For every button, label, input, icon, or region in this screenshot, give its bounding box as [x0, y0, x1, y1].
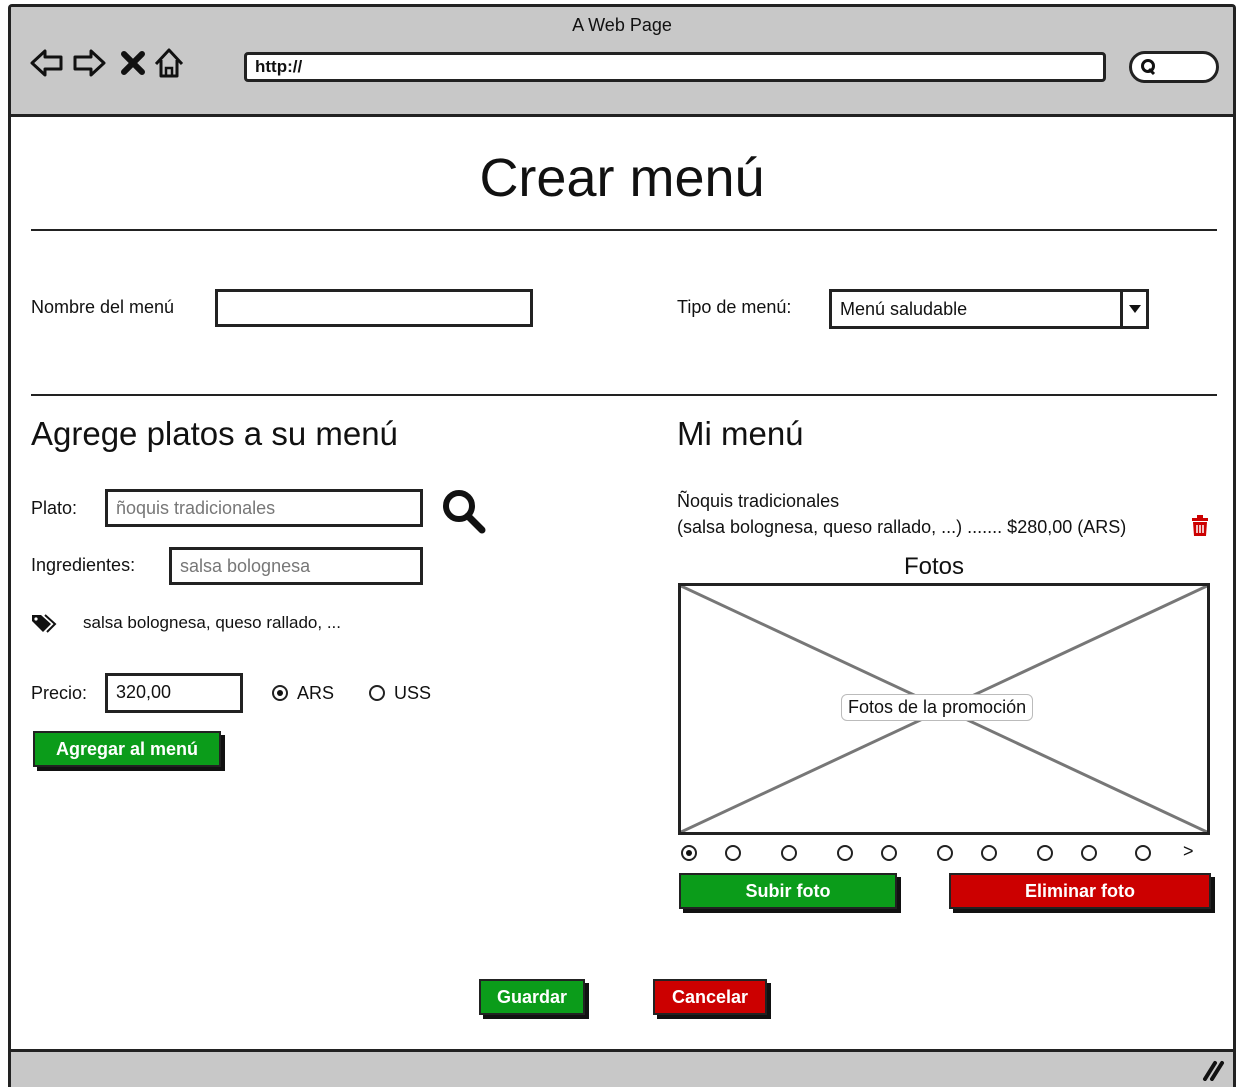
currency-ars-label: ARS — [297, 683, 335, 703]
cancel-button[interactable]: Cancelar — [653, 979, 767, 1015]
menu-item-detail: (salsa bolognesa, queso rallado, ...) ..… — [677, 517, 1127, 537]
precio-input[interactable]: 320,00 — [105, 673, 243, 713]
status-bar — [11, 1049, 1233, 1087]
back-arrow-icon[interactable] — [29, 45, 65, 81]
browser-chrome: A Web Page http:// — [11, 7, 1233, 117]
ingredient-tags: salsa bolognesa, queso rallado, ... — [83, 613, 342, 632]
menu-type-select[interactable]: Menú saludable — [829, 289, 1149, 329]
browser-search-field[interactable] — [1129, 51, 1219, 83]
chevron-down-icon[interactable] — [1120, 292, 1146, 326]
carousel-dot[interactable] — [1081, 845, 1097, 861]
carousel-dot[interactable] — [725, 845, 741, 861]
carousel-dot[interactable] — [1135, 845, 1151, 861]
window-title: A Web Page — [572, 15, 672, 35]
browser-window: A Web Page http:// Crear menú Nombre del… — [8, 4, 1236, 1087]
delete-photo-button[interactable]: Eliminar foto — [949, 873, 1211, 909]
carousel-dot[interactable] — [1037, 845, 1053, 861]
photo-placeholder: Fotos de la promoción — [678, 583, 1210, 835]
divider — [31, 394, 1217, 396]
carousel-dot[interactable] — [937, 845, 953, 861]
carousel-dot[interactable] — [881, 845, 897, 861]
forward-arrow-icon[interactable] — [71, 45, 107, 81]
plato-input[interactable]: ñoquis tradicionales — [105, 489, 423, 527]
menu-name-label: Nombre del menú — [31, 297, 175, 317]
carousel-dot[interactable] — [781, 845, 797, 861]
precio-label: Precio: — [31, 683, 88, 703]
stop-icon[interactable] — [115, 45, 151, 81]
resize-grip-icon[interactable] — [1201, 1059, 1225, 1081]
search-icon[interactable] — [439, 487, 489, 535]
search-icon — [1141, 59, 1156, 76]
add-to-menu-button[interactable]: Agregar al menú — [33, 731, 221, 767]
carousel-next-button[interactable]: > — [1183, 841, 1194, 862]
currency-uss-label: USS — [394, 683, 432, 703]
upload-photo-button[interactable]: Subir foto — [679, 873, 897, 909]
url-bar[interactable]: http:// — [244, 52, 1106, 82]
ingredientes-input[interactable]: salsa bolognesa — [169, 547, 423, 585]
ingredientes-label: Ingredientes: — [31, 555, 136, 575]
plato-label: Plato: — [31, 498, 78, 518]
currency-radio-uss[interactable] — [369, 685, 385, 701]
save-button[interactable]: Guardar — [479, 979, 585, 1015]
carousel-dot[interactable] — [681, 845, 697, 861]
my-menu-heading: Mi menú — [677, 415, 804, 452]
add-dishes-heading: Agrege platos a su menú — [31, 415, 398, 452]
divider — [31, 229, 1217, 231]
menu-name-input[interactable] — [215, 289, 533, 327]
menu-type-selected-value: Menú saludable — [840, 299, 968, 319]
carousel-dot[interactable] — [981, 845, 997, 861]
tag-icon — [32, 614, 57, 633]
carousel-dot[interactable] — [837, 845, 853, 861]
page-title: Crear menú — [479, 148, 765, 208]
photos-heading: Fotos — [903, 553, 965, 580]
photo-caption: Fotos de la promoción — [841, 694, 1034, 721]
menu-type-label: Tipo de menú: — [677, 297, 792, 317]
trash-icon[interactable] — [1190, 515, 1210, 537]
currency-radio-ars[interactable] — [272, 685, 288, 701]
menu-item-name: Ñoquis tradicionales — [677, 491, 840, 511]
home-icon[interactable] — [151, 45, 187, 81]
page-content: Crear menú Nombre del menú Tipo de menú:… — [11, 117, 1233, 1049]
